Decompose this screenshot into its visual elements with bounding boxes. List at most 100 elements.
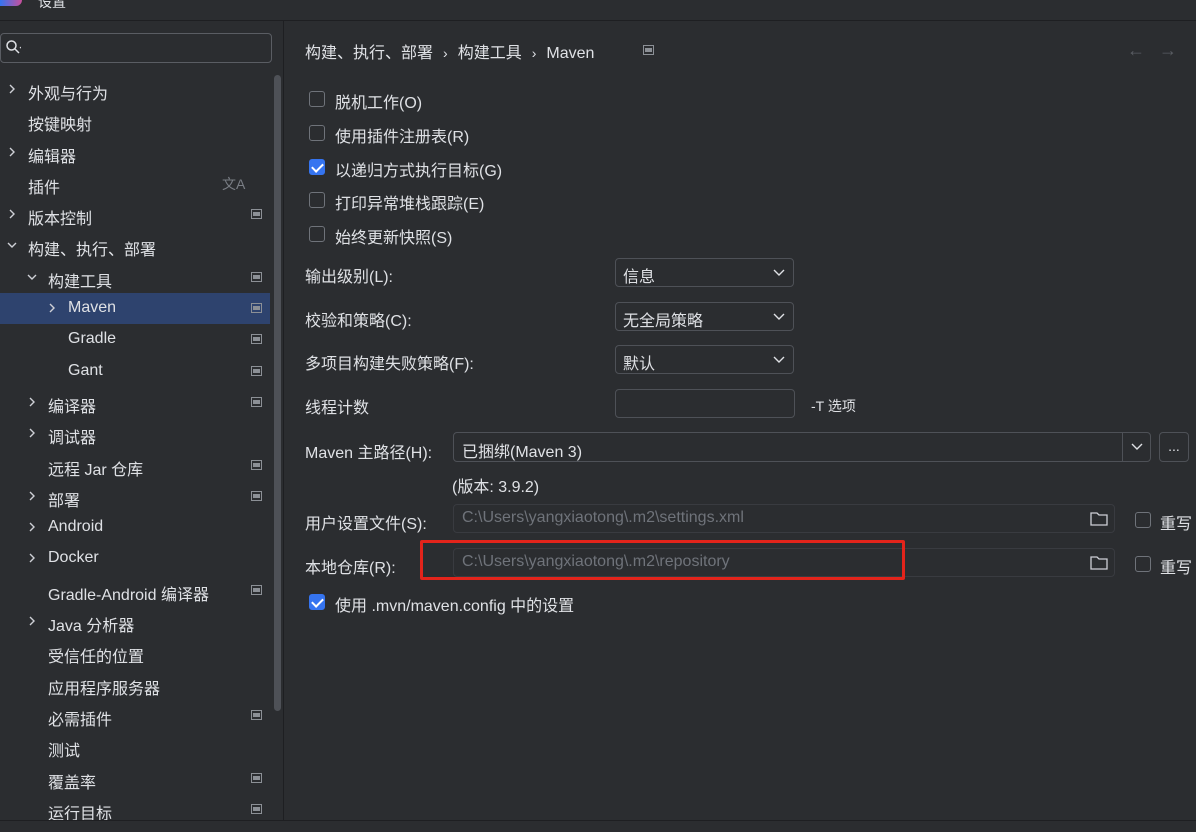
chevron-down-icon[interactable] <box>6 239 18 251</box>
chevron-right-icon[interactable] <box>26 427 38 439</box>
sidebar-item-label: Java 分析器 <box>48 618 135 636</box>
project-settings-icon <box>251 365 262 376</box>
output-level-label: 输出级别(L): <box>305 269 394 286</box>
folder-icon[interactable] <box>1090 555 1108 570</box>
search-box[interactable] <box>0 33 272 63</box>
chevron-right-icon[interactable] <box>6 83 18 95</box>
breadcrumb-item-build-tools[interactable]: 构建工具 <box>458 39 522 63</box>
sidebar-item[interactable]: 构建工具 <box>0 262 270 293</box>
chevron-right-icon[interactable] <box>46 302 58 314</box>
chevron-down-icon <box>773 313 785 320</box>
sidebar-item-label: 应用程序服务器 <box>48 680 161 698</box>
sidebar-item-label: 外观与行为 <box>28 86 109 103</box>
breadcrumb-item-maven: Maven <box>546 45 595 62</box>
maven-home-dropdown-button[interactable] <box>1122 433 1150 461</box>
sidebar-item[interactable]: 必需插件 <box>0 700 270 731</box>
sidebar-item[interactable]: 测试 <box>0 731 270 762</box>
project-settings-icon <box>251 396 262 407</box>
threads-label: 线程计数 <box>305 400 370 417</box>
breadcrumb-separator: › <box>443 45 448 61</box>
chevron-right-icon[interactable] <box>6 208 18 220</box>
chevron-down-icon[interactable] <box>26 271 38 283</box>
sidebar-item[interactable]: 覆盖率 <box>0 763 270 794</box>
sidebar-item[interactable]: Gradle-Android 编译器 <box>0 575 270 606</box>
recursive-checkbox[interactable] <box>309 159 325 175</box>
sidebar-item[interactable]: 应用程序服务器 <box>0 669 270 700</box>
sidebar-item[interactable]: Maven <box>0 293 270 325</box>
sidebar-item[interactable]: 插件 文A <box>0 168 270 199</box>
sidebar-item-label: Android <box>48 518 104 536</box>
chevron-right-icon[interactable] <box>26 490 38 502</box>
chevron-right-icon[interactable] <box>26 552 38 564</box>
output-level-select[interactable]: 信息 <box>615 258 794 287</box>
sidebar-item-label: Gradle-Android 编译器 <box>48 586 209 604</box>
sidebar-item[interactable]: 远程 Jar 仓库 <box>0 450 270 481</box>
back-arrow-icon[interactable]: ← <box>1127 40 1159 60</box>
sidebar-scrollbar[interactable] <box>274 75 281 711</box>
sidebar-item[interactable]: Java 分析器 <box>0 606 270 637</box>
maven-home-value: 已捆绑(Maven 3) <box>462 444 583 461</box>
sidebar-item[interactable]: 构建、执行、部署 <box>0 230 270 261</box>
sidebar-item[interactable]: 外观与行为 <box>0 74 270 105</box>
sidebar-item-label: 调试器 <box>48 430 97 448</box>
project-settings-icon <box>251 803 262 814</box>
sidebar-item-label: 构建工具 <box>48 273 113 291</box>
user-settings-field[interactable]: C:\Users\yangxiaotong\.m2\settings.xml <box>453 504 1115 533</box>
forward-arrow-icon[interactable]: → <box>1159 40 1191 60</box>
local-repo-label: 本地仓库(R): <box>305 560 396 577</box>
sidebar-item[interactable]: 调试器 <box>0 418 270 449</box>
search-input[interactable] <box>27 37 271 61</box>
recursive-label: 以递归方式执行目标(G) <box>335 163 503 180</box>
mvn-config-label: 使用 .mvn/maven.config 中的设置 <box>335 598 575 615</box>
sidebar-item-label: 编辑器 <box>28 148 77 166</box>
sidebar-item[interactable]: 部署 <box>0 481 270 512</box>
local-repo-override-label: 重写 <box>1160 560 1193 577</box>
stacktrace-label: 打印异常堆栈跟踪(E) <box>335 196 485 213</box>
mvn-config-checkbox[interactable] <box>309 594 325 610</box>
sidebar-item[interactable]: Docker <box>0 543 270 574</box>
search-icon <box>6 40 21 54</box>
local-repo-override-checkbox[interactable] <box>1135 556 1151 572</box>
sidebar-item[interactable]: Gradle <box>0 324 270 355</box>
sidebar-item-label: 测试 <box>48 743 81 761</box>
browse-maven-home-button[interactable]: ... <box>1159 432 1189 462</box>
sidebar-item[interactable]: 编译器 <box>0 387 270 418</box>
threads-input[interactable] <box>615 389 795 418</box>
sidebar-item[interactable]: 编辑器 <box>0 137 270 168</box>
snapshots-checkbox[interactable] <box>309 226 325 242</box>
chevron-right-icon[interactable] <box>26 521 38 533</box>
folder-icon[interactable] <box>1090 511 1108 526</box>
sidebar-item[interactable]: Android <box>0 512 270 543</box>
plugin-registry-checkbox[interactable] <box>309 125 325 141</box>
chevron-right-icon[interactable] <box>26 396 38 408</box>
window-title: 设置 <box>38 0 66 10</box>
sidebar-item-label: 构建、执行、部署 <box>28 242 157 260</box>
stacktrace-checkbox[interactable] <box>309 192 325 208</box>
sidebar-item-label: 版本控制 <box>28 211 93 229</box>
project-settings-icon <box>251 303 262 314</box>
project-settings-icon <box>251 772 262 783</box>
bottom-edge <box>0 820 1196 832</box>
breadcrumb-item-build[interactable]: 构建、执行、部署 <box>305 39 433 63</box>
user-settings-value: C:\Users\yangxiaotong\.m2\settings.xml <box>462 509 744 526</box>
sidebar-item[interactable]: 按键映射 <box>0 105 270 136</box>
sidebar-item[interactable]: Gant <box>0 356 270 387</box>
sidebar-item-label: 按键映射 <box>28 117 93 135</box>
project-settings-icon <box>251 490 262 501</box>
multiproject-fail-select[interactable]: 默认 <box>615 345 794 374</box>
chevron-right-icon[interactable] <box>6 146 18 158</box>
user-settings-override-checkbox[interactable] <box>1135 512 1151 528</box>
sidebar-item-label: Maven <box>68 299 117 317</box>
breadcrumb-separator: › <box>531 45 537 61</box>
project-settings-icon <box>251 584 262 595</box>
sidebar-item[interactable]: 版本控制 <box>0 199 270 230</box>
offline-checkbox[interactable] <box>309 91 325 107</box>
maven-home-combo[interactable]: 已捆绑(Maven 3) <box>453 432 1151 462</box>
settings-tree: 外观与行为按键映射编辑器插件 文A 版本控制构建、执行、部署构建工具 Maven Gra… <box>0 74 270 825</box>
project-settings-icon <box>251 209 262 220</box>
checksum-policy-select[interactable]: 无全局策略 <box>615 302 794 331</box>
highlight-annotation-box <box>420 540 905 580</box>
chevron-right-icon[interactable] <box>26 615 38 627</box>
sidebar-item-label: 覆盖率 <box>48 774 97 792</box>
sidebar-item[interactable]: 受信任的位置 <box>0 637 270 668</box>
